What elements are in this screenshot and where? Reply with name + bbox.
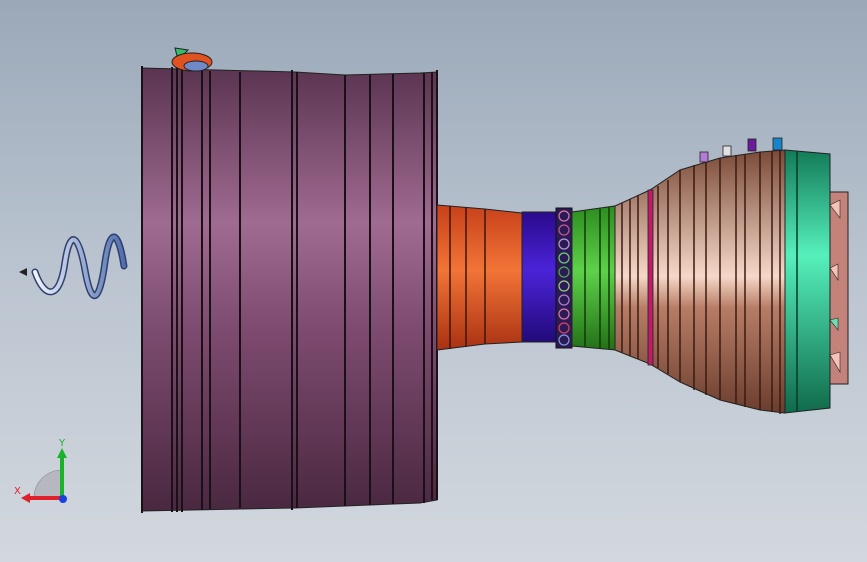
sensor-port[interactable]: [772, 137, 783, 151]
triad-y-label: Y: [59, 438, 66, 449]
fan-top-fitting[interactable]: [171, 47, 213, 72]
intake-cone[interactable]: [436, 204, 523, 351]
magenta-seal-ring[interactable]: [647, 189, 654, 366]
fan-casing[interactable]: [141, 47, 438, 513]
triad-x-label: X: [14, 486, 21, 497]
sensor-port[interactable]: [722, 145, 732, 157]
bearing-ring[interactable]: [555, 207, 573, 349]
spring-helix[interactable]: [19, 233, 128, 299]
green-stage[interactable]: [571, 205, 616, 351]
compressor-ring[interactable]: [521, 211, 557, 343]
turbine-body[interactable]: [614, 137, 786, 414]
exhaust-ring[interactable]: [784, 149, 831, 414]
sensor-port[interactable]: [747, 138, 757, 152]
triad-graphic: [21, 448, 67, 503]
coordinate-triad: Y X: [12, 438, 74, 510]
nozzle[interactable]: [829, 191, 849, 385]
3d-viewport[interactable]: [0, 0, 867, 562]
sensor-port[interactable]: [699, 151, 709, 163]
direction-arrow-icon: [19, 268, 27, 276]
